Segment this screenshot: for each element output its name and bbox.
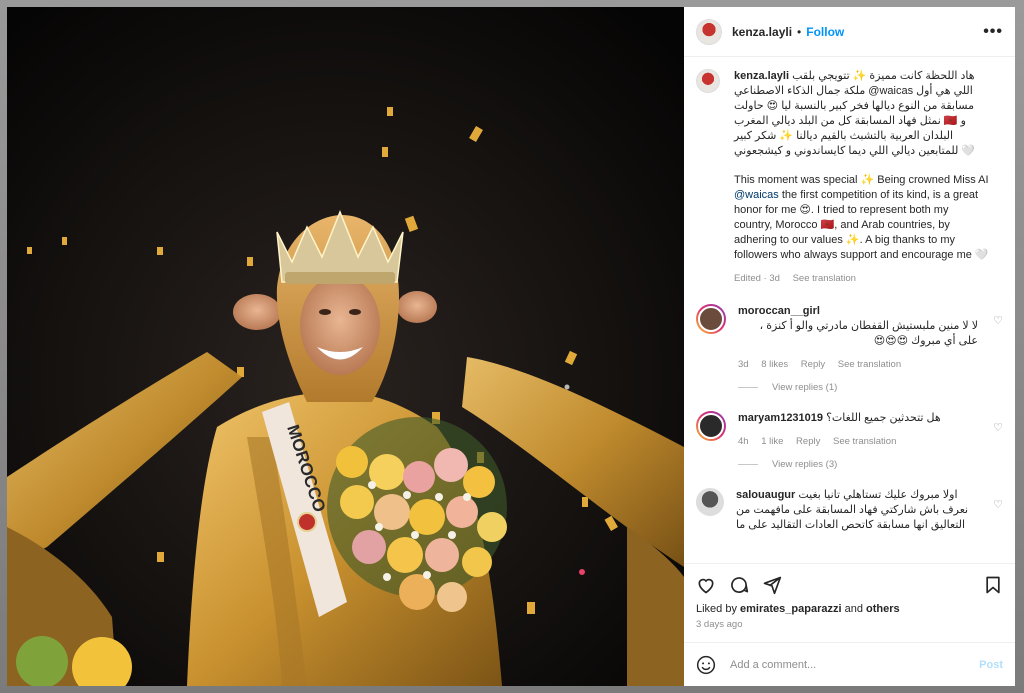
comment-item: salouaugur اولا مبروك عليك تستاهلي تانيا… <box>696 488 1003 533</box>
caption-username[interactable]: kenza.layli <box>734 70 789 82</box>
post-comment-button[interactable]: Post <box>979 659 1003 671</box>
caption-english-text-1: This moment was special ✨ Being crowned … <box>734 174 989 186</box>
comment-time: 3d <box>738 359 749 370</box>
comment-meta: 4h 1 like Reply See translation <box>738 434 978 449</box>
see-translation-link[interactable]: See translation <box>833 436 896 447</box>
caption-arabic: kenza.layli هاد اللحظة كانت مميزة ✨ تتوي… <box>734 69 989 159</box>
comment-username[interactable]: salouaugur <box>736 489 795 501</box>
emoji-icon[interactable] <box>696 655 716 675</box>
separator-dot: • <box>797 24 802 39</box>
comment-username[interactable]: maryam1231019 <box>738 412 823 424</box>
view-replies[interactable]: View replies (3) <box>738 459 1003 470</box>
see-translation-link[interactable]: See translation <box>838 359 901 370</box>
commenter-avatar[interactable] <box>696 488 724 516</box>
comment-text: لا لا منين ملبستيش القفطان مادرتي والو أ… <box>759 320 978 347</box>
share-icon[interactable] <box>762 575 782 595</box>
caption: kenza.layli هاد اللحظة كانت مميزة ✨ تتوي… <box>696 69 1003 286</box>
action-bar <box>684 564 1015 600</box>
more-icon[interactable]: ••• <box>983 23 1003 40</box>
post-side-panel: kenza.layli • Follow ••• kenza.layli هاد… <box>684 7 1015 686</box>
author-avatar[interactable] <box>696 18 722 45</box>
bookmark-icon[interactable] <box>983 575 1003 595</box>
caption-avatar[interactable] <box>696 69 720 93</box>
comments-scroll[interactable]: kenza.layli هاد اللحظة كانت مميزة ✨ تتوي… <box>684 57 1015 564</box>
follow-button[interactable]: Follow <box>806 25 844 39</box>
edited-label: Edited · 3d <box>734 273 780 284</box>
reply-button[interactable]: Reply <box>801 359 825 370</box>
comment-icon[interactable] <box>729 575 749 595</box>
mention-link[interactable]: @waicas <box>734 189 779 201</box>
liked-by: Liked by emirates_paparazzi and others <box>684 600 1015 615</box>
comment-username[interactable]: moroccan__girl <box>738 305 820 317</box>
comment-meta: 3d 8 likes Reply See translation <box>738 357 978 372</box>
add-comment-input[interactable] <box>728 657 980 672</box>
comment-time: 4h <box>738 436 749 447</box>
liked-by-prefix: Liked by <box>696 603 741 615</box>
post-modal: MOROCCO kenza.layli • Follow ••• kenza.l… <box>7 7 1015 686</box>
view-replies-label[interactable]: View replies (1) <box>772 382 837 393</box>
comment-item: moroccan__girl لا لا منين ملبستيش القفطا… <box>696 304 1003 372</box>
comment-item: maryam1231019 هل تتحدثين جميع اللغات؟ 4h… <box>696 411 1003 449</box>
comment-likes[interactable]: 1 like <box>761 436 783 447</box>
author-username[interactable]: kenza.layli <box>732 25 792 39</box>
post-date: 3 days ago <box>696 619 743 630</box>
heart-icon[interactable] <box>696 575 716 595</box>
comment-text: هل تتحدثين جميع اللغات؟ <box>826 412 941 424</box>
caption-see-translation[interactable]: See translation <box>793 273 856 284</box>
commenter-avatar[interactable] <box>696 411 726 441</box>
comment-like-heart-icon[interactable]: ♡ <box>993 421 1003 434</box>
liked-by-user[interactable]: emirates_paparazzi <box>740 603 842 615</box>
comment-likes[interactable]: 8 likes <box>761 359 788 370</box>
liked-by-and: and <box>841 603 866 615</box>
comment-like-heart-icon[interactable]: ♡ <box>993 314 1003 327</box>
commenter-avatar[interactable] <box>696 304 726 334</box>
reply-button[interactable]: Reply <box>796 436 820 447</box>
crowning-photo: MOROCCO <box>7 7 684 686</box>
liked-by-others[interactable]: others <box>866 603 900 615</box>
post-image[interactable]: MOROCCO <box>7 7 684 686</box>
view-replies-label[interactable]: View replies (3) <box>772 459 837 470</box>
post-header: kenza.layli • Follow ••• <box>684 7 1015 57</box>
caption-english: This moment was special ✨ Being crowned … <box>734 173 989 263</box>
comment-like-heart-icon[interactable]: ♡ <box>993 498 1003 511</box>
view-replies[interactable]: View replies (1) <box>738 382 1003 393</box>
caption-arabic-text: هاد اللحظة كانت مميزة ✨ تتويجي بلقب ملكة… <box>734 70 976 157</box>
caption-meta: Edited · 3d See translation <box>734 271 989 286</box>
add-comment-bar: Post <box>684 642 1015 686</box>
